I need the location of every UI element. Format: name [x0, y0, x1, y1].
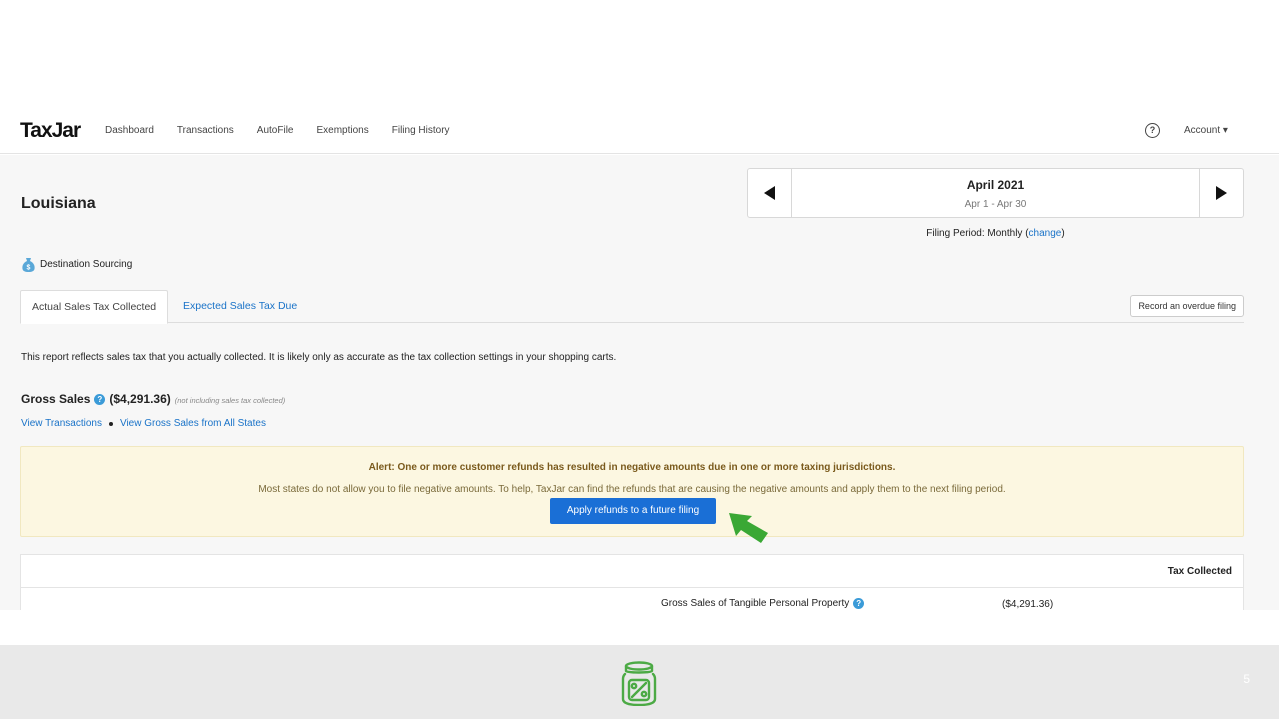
help-icon[interactable]: ?	[1145, 123, 1160, 138]
sourcing-info: $ Destination Sourcing	[22, 257, 132, 272]
next-period-button[interactable]	[1199, 169, 1243, 217]
pointer-arrow-icon	[729, 513, 768, 543]
nav-links: Dashboard Transactions AutoFile Exemptio…	[105, 125, 473, 136]
question-icon[interactable]: ?	[853, 598, 865, 609]
nav-filing-history[interactable]: Filing History	[392, 125, 450, 136]
slide-footer: 5	[0, 645, 1279, 719]
gross-sales-amount: ($4,291.36)	[109, 392, 171, 406]
page-title: Louisiana	[21, 195, 96, 212]
period-range: Apr 1 - Apr 30	[964, 199, 1027, 210]
gross-links: View Transactions View Gross Sales from …	[21, 418, 266, 429]
taxjar-jar-icon	[621, 661, 657, 706]
filing-period-suffix: )	[1061, 228, 1065, 239]
alert-body: Most states do not allow you to file neg…	[258, 484, 1006, 495]
filing-period: Filing Period: Monthly (change)	[747, 228, 1244, 239]
change-period-link[interactable]: change	[1029, 228, 1062, 239]
period-month: April 2021	[966, 178, 1025, 192]
money-bag-icon: $	[22, 258, 35, 272]
view-gross-sales-all-states-link[interactable]: View Gross Sales from All States	[120, 418, 266, 429]
arrow-right-icon	[1216, 186, 1227, 200]
alert-title: Alert: One or more customer refunds has …	[368, 462, 896, 473]
view-transactions-link[interactable]: View Transactions	[21, 418, 102, 429]
slide: TaxJar Dashboard Transactions AutoFile E…	[0, 0, 1279, 719]
gross-sales: Gross Sales ? ($4,291.36) (not including…	[21, 392, 285, 406]
question-icon[interactable]: ?	[94, 394, 106, 405]
nav-transactions[interactable]: Transactions	[177, 125, 234, 136]
bullet-separator	[108, 421, 113, 426]
record-overdue-filing-button[interactable]: Record an overdue filing	[1130, 295, 1244, 317]
tab-actual-sales-tax[interactable]: Actual Sales Tax Collected	[20, 290, 169, 324]
tax-table: Tax Collected Gross Sales of Tangible Pe…	[20, 554, 1244, 610]
svg-text:$: $	[27, 265, 31, 272]
report-description: This report reflects sales tax that you …	[21, 352, 617, 363]
apply-refunds-button[interactable]: Apply refunds to a future filing	[550, 498, 716, 524]
table-row-value: ($4,291.36)	[1002, 599, 1054, 610]
taxjar-logo[interactable]: TaxJar	[20, 119, 81, 143]
main-content: Louisiana April 2021 Apr 1 - Apr 30 Fili…	[0, 155, 1279, 610]
refund-alert: Alert: One or more customer refunds has …	[20, 446, 1244, 537]
page-number: 5	[1243, 672, 1250, 686]
table-header: Tax Collected	[21, 555, 1243, 588]
nav-exemptions[interactable]: Exemptions	[316, 125, 368, 136]
gross-sales-label: Gross Sales	[21, 392, 91, 406]
tab-expected-sales-tax[interactable]: Expected Sales Tax Due	[172, 290, 308, 324]
filing-period-prefix: Filing Period: Monthly (	[926, 228, 1029, 239]
tax-collected-header: Tax Collected	[1167, 566, 1232, 577]
sourcing-label: Destination Sourcing	[40, 259, 133, 270]
account-menu[interactable]: Account ▾	[1184, 125, 1228, 136]
gross-sales-note: (not including sales tax collected)	[174, 396, 286, 405]
nav-dashboard[interactable]: Dashboard	[105, 125, 154, 136]
period-selector: April 2021 Apr 1 - Apr 30	[747, 168, 1244, 218]
nav-autofile[interactable]: AutoFile	[257, 125, 294, 136]
gross-sales-tangible-label: Gross Sales of Tangible Personal Propert…	[661, 598, 850, 609]
table-row-label: Gross Sales of Tangible Personal Propert…	[661, 598, 868, 609]
report-tabs: Actual Sales Tax Collected Expected Sale…	[20, 290, 1244, 324]
top-navigation: TaxJar Dashboard Transactions AutoFile E…	[0, 110, 1279, 154]
